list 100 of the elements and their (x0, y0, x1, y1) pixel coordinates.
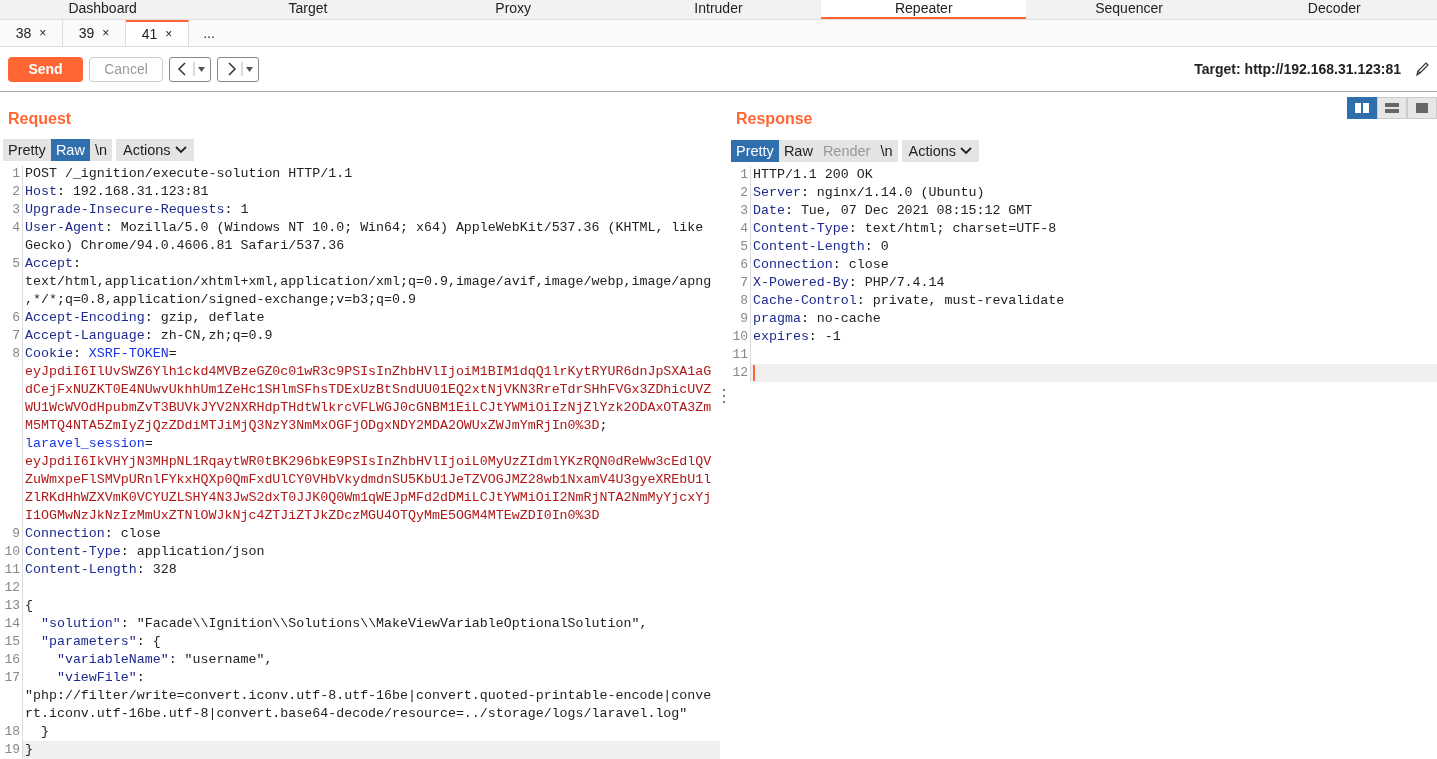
line-number: 7 (740, 275, 748, 290)
code-text: : gzip, deflate (144, 309, 265, 327)
code-text: = (168, 345, 177, 363)
code-text: HTTP/1.1 200 OK (753, 166, 873, 184)
code-text: : close (832, 256, 889, 274)
line-number: 8 (12, 346, 20, 361)
edit-icon[interactable] (1415, 61, 1429, 77)
cookie-value: ZlRKdHhWZXVmK0VCYUZLSHY4N3JwS2dxT0JJK0Q0Wm1qWEJpMFd2dDMiLCJtYWMiOiI2NmRjNTA2NmMyYjcxYj (25, 489, 712, 507)
view-tab[interactable]: \n (89, 139, 112, 162)
line-number: 4 (740, 221, 748, 236)
header-name: Date (753, 202, 785, 220)
tab-label: 39 (78, 25, 95, 41)
view-tab[interactable]: Raw (50, 139, 90, 162)
chevron-down-icon (960, 147, 973, 155)
splitter-handle-icon[interactable] (722, 387, 726, 404)
line-number: 1 (740, 167, 748, 182)
cookie-name: XSRF-TOKEN (88, 345, 169, 363)
header-name: Upgrade-Insecure-Requests (25, 201, 225, 219)
rows-icon (1385, 103, 1399, 113)
code-text: : 0 (864, 238, 889, 256)
code-text: : nginx/1.14.0 (Ubuntu) (800, 184, 985, 202)
header-name: pragma (753, 310, 801, 328)
layout-button[interactable] (1347, 97, 1377, 119)
actions-button[interactable]: Actions (901, 140, 980, 162)
actions-button[interactable]: Actions (116, 139, 194, 162)
new-tab[interactable]: ... (189, 20, 229, 46)
tool-tab[interactable]: Target (205, 0, 411, 19)
tool-tab[interactable]: Proxy (410, 0, 616, 19)
header-name: Accept (25, 255, 73, 273)
cookie-value: M5MTQ4NTA5ZmIyZjQzZDdiMTJiMjQ3NzY3NmMxOGFjODgxNDY2MDA2OWUxZWJmYmRjIn0%3D (25, 417, 600, 435)
line-number: 3 (740, 203, 748, 218)
header-name: User-Agent (25, 219, 105, 237)
single-panel-icon (1415, 103, 1429, 113)
header-name: Content-Type (25, 543, 121, 561)
header-name: Content-Length (753, 238, 865, 256)
code-text: { (25, 597, 33, 615)
header-name: Connection (25, 525, 105, 543)
close-icon[interactable]: × (39, 26, 47, 40)
view-tab[interactable]: Pretty (731, 140, 779, 162)
header-name: "viewFile" (55, 669, 137, 687)
code-text: : no-cache (800, 310, 881, 328)
line-number: 11 (732, 347, 748, 362)
code-text: } (25, 741, 33, 759)
header-name: "variableName" (55, 651, 169, 669)
line-number: 12 (4, 580, 20, 595)
text-cursor (753, 365, 755, 381)
code-text: ; (599, 417, 608, 435)
view-tab[interactable]: \n (875, 140, 898, 162)
tool-tab[interactable]: Decoder (1231, 0, 1437, 19)
back-button[interactable] (169, 56, 211, 82)
line-number: 6 (12, 310, 20, 325)
line-number: 10 (732, 329, 748, 344)
tool-tab[interactable]: Sequencer (1026, 0, 1232, 19)
line-number: 12 (732, 365, 748, 380)
line-number: 5 (12, 256, 20, 271)
line-number: 1 (12, 166, 20, 181)
line-number: 15 (4, 634, 20, 649)
line-number: 3 (12, 202, 20, 217)
header-name: Accept-Language (25, 327, 145, 345)
line-number: 11 (4, 562, 20, 577)
code-text: : "Facade\\Ignition\\Solutions\\MakeViewVariableOptionalSolution", (120, 615, 648, 633)
code-text: : PHP/7.4.14 (848, 274, 945, 292)
pane-title: Request (8, 110, 72, 128)
header-name: Cache-Control (753, 292, 857, 310)
header-name: Content-Length (25, 561, 137, 579)
close-icon[interactable]: × (165, 27, 173, 41)
header-name: Connection (753, 256, 833, 274)
view-tab[interactable]: Pretty (3, 139, 51, 162)
code-text: POST /_ignition/execute-solution HTTP/1.1 (25, 165, 353, 183)
header-name: Cookie (25, 345, 73, 363)
code-text: : (72, 255, 81, 273)
cookie-value: eyJpdiI6IkVHYjN3MHpNL1RqaytWR0tBK296bkE9PSIsInZhbHVlIjoiL0MyUzZIdmlYKzRQN0dReWw3cEdlQV (25, 453, 712, 471)
code-text: : Tue, 07 Dec 2021 08:15:12 GMT (784, 202, 1033, 220)
code-text: } (39, 723, 49, 741)
tool-tab[interactable]: Repeater (821, 0, 1027, 19)
tool-tab[interactable]: Intruder (615, 0, 822, 19)
target-label: Target: http://192.168.31.123:81 (1194, 61, 1401, 77)
code-text: = (144, 435, 153, 453)
line-number: 10 (4, 544, 20, 559)
line-number: 5 (740, 239, 748, 254)
line-number: 19 (4, 742, 20, 757)
header-name: "solution" (39, 615, 121, 633)
forward-button[interactable] (217, 56, 259, 82)
line-number: 9 (740, 311, 748, 326)
line-number: 17 (4, 670, 20, 685)
header-name: X-Powered-By (753, 274, 849, 292)
close-icon[interactable]: × (102, 26, 110, 40)
request-tab[interactable]: 41 × (126, 20, 189, 46)
code-text: text/html,application/xhtml+xml,application/xml;q=0.9,image/avif,image/webp,image/apng (25, 273, 712, 291)
view-tab[interactable]: Raw (778, 140, 818, 162)
line-number: 2 (740, 185, 748, 200)
header-name: "parameters" (39, 633, 137, 651)
tool-tab[interactable]: Dashboard (0, 0, 206, 19)
code-text: : Mozilla/5.0 (Windows NT 10.0; Win64; x64) AppleWebKit/537.36 (KHTML, like (104, 219, 704, 237)
tab-label: 41 (141, 26, 158, 42)
code-text: : text/html; charset=UTF-8 (848, 220, 1057, 238)
request-tab[interactable]: 38 × (0, 20, 63, 46)
code-text: : (136, 669, 145, 687)
line-number: 18 (4, 724, 20, 739)
cookie-value: ZuWmxpeFlSMVpURnlFYkxHQXp0QmFxdUlCY0VHbVkydmdnSU5KbU1JeTZVOGJMZ28wb1NxamV4U3gyeXREbU1l (25, 471, 712, 489)
